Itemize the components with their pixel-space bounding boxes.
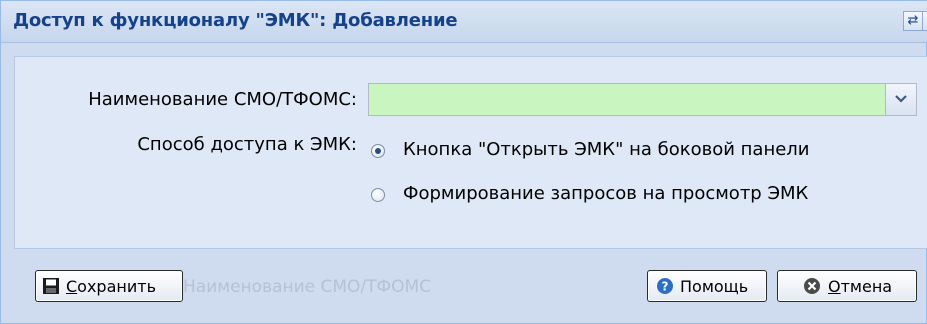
dialog-window: Доступ к функционалу "ЭМК": Добавление ⇄… xyxy=(0,0,927,324)
combo-trigger-button[interactable] xyxy=(885,84,916,115)
close-icon[interactable]: X xyxy=(922,11,927,31)
radio-dot xyxy=(375,148,381,154)
save-button-label: Сохранить xyxy=(66,277,156,296)
cancel-button-label: Отмена xyxy=(828,277,893,296)
cancel-cross-icon xyxy=(804,278,820,294)
radio-button-unchecked[interactable] xyxy=(371,188,385,202)
save-button[interactable]: Сохранить xyxy=(35,270,183,302)
access-method-label: Способ доступа к ЭМК: xyxy=(137,134,357,155)
help-button-label: Помощь xyxy=(680,277,749,296)
app-stage: Доступ к функционалу "ЭМК": Добавление ⇄… xyxy=(0,0,927,324)
refresh-icon[interactable]: ⇄ xyxy=(903,11,923,31)
background-window-text: Наименование СМО/ТФОМС xyxy=(183,277,432,297)
dialog-titlebar[interactable]: Доступ к функционалу "ЭМК": Добавление ⇄… xyxy=(1,1,927,43)
refresh-glyph: ⇄ xyxy=(907,13,919,28)
access-option-label[interactable]: Кнопка "Открыть ЭМК" на боковой панели xyxy=(403,139,810,160)
help-question-icon: ? xyxy=(657,278,673,294)
smo-combobox[interactable] xyxy=(368,83,917,116)
smo-input[interactable] xyxy=(369,84,885,115)
svg-text:?: ? xyxy=(662,280,669,294)
save-disk-icon xyxy=(43,278,59,294)
radio-button-checked[interactable] xyxy=(371,144,385,158)
help-button[interactable]: ? Помощь xyxy=(647,270,767,302)
cancel-button[interactable]: Отмена xyxy=(777,270,917,302)
access-option-label[interactable]: Формирование запросов на просмотр ЭМК xyxy=(403,183,808,204)
chevron-down-icon xyxy=(895,95,907,103)
dialog-title: Доступ к функционалу "ЭМК": Добавление xyxy=(13,10,458,31)
smo-label: Наименование СМО/ТФОМС: xyxy=(88,89,357,110)
